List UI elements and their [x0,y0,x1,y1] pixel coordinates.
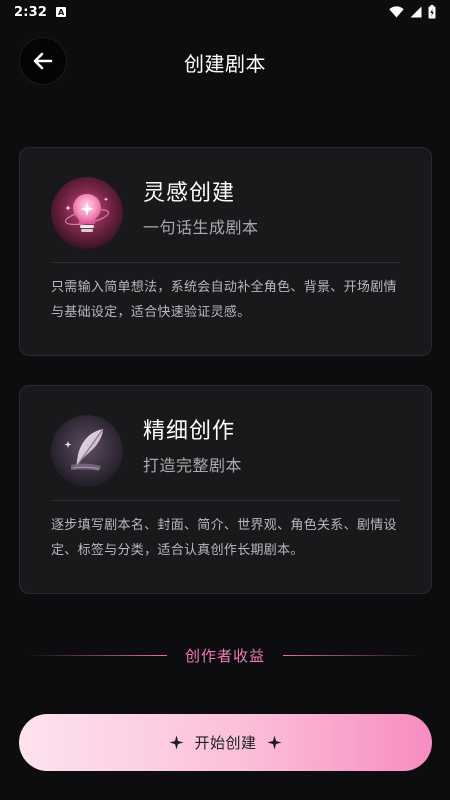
page-title: 创建剧本 [184,52,266,76]
wifi-icon [389,6,404,18]
notification-badge: A [56,7,67,17]
status-time: 2:32 [14,4,48,20]
sparkle-icon [169,735,185,750]
lightbulb-icon [51,177,123,249]
status-bar: 2:32 A [0,0,450,24]
divider-line [26,654,167,656]
card-subtitle: 打造完整剧本 [143,456,243,475]
sparkle-icon [266,735,282,750]
creator-earnings-section: 创作者收益 [0,643,450,667]
inspiration-create-card[interactable]: 灵感创建 一句话生成剧本 只需输入简单想法，系统会自动补全角色、背景、开场剧情与… [19,147,432,356]
divider-line [283,654,423,656]
start-create-button[interactable]: 开始创建 [19,714,432,771]
card-divider [51,262,400,263]
feather-quill-icon [51,415,123,487]
signal-icon [410,6,422,18]
card-description: 逐步填写剧本名、封面、简介、世界观、角色关系、剧情设定、标签与分类，适合认真创作… [51,518,397,558]
card-description: 只需输入简单想法，系统会自动补全角色、背景、开场剧情与基础设定，适合快速验证灵感… [51,280,397,320]
creator-earnings-link[interactable]: 创作者收益 [185,645,265,666]
status-icons [389,5,436,19]
card-title: 灵感创建 [143,181,236,206]
card-title: 精细创作 [143,419,236,444]
detailed-create-card[interactable]: 精细创作 打造完整剧本 逐步填写剧本名、封面、简介、世界观、角色关系、剧情设定、… [19,385,432,594]
start-create-label: 开始创建 [194,734,257,752]
card-subtitle: 一句话生成剧本 [143,218,259,237]
card-divider [51,500,400,501]
battery-icon [428,5,436,19]
